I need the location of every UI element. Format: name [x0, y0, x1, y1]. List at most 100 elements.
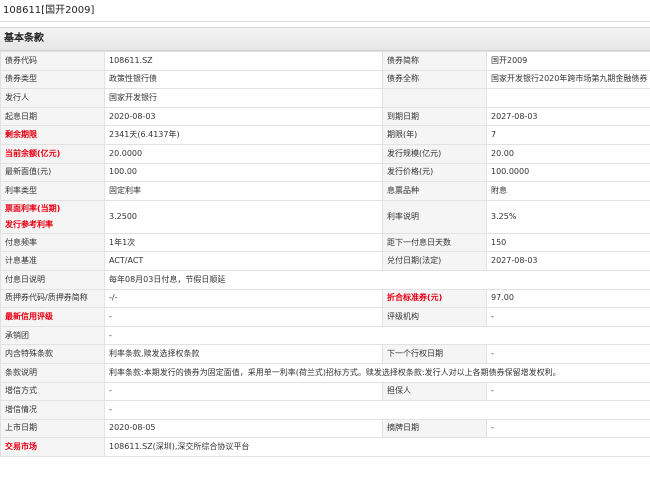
- table-row: 增信方式 - 担保人 -: [0, 381, 650, 402]
- label-days-to-next-payment: 距下一付息日天数: [382, 232, 487, 253]
- value-days-to-next-payment: 150: [486, 232, 650, 253]
- label-face-value: 最新面值(元): [0, 162, 105, 183]
- value-bond-short-name: 国开2009: [486, 51, 650, 71]
- label-terms-description: 条款说明: [0, 362, 105, 383]
- table-row: 利率类型 固定利率 息票品种 附息: [0, 181, 650, 201]
- table-row: 发行人 国家开发银行: [0, 88, 650, 108]
- table-row: 条款说明 利率条款:本期发行的债券为固定面值，采用单一利率(荷兰式)招标方式。赎…: [0, 362, 650, 383]
- label-coupon-rate-current: 票面利率(当期): [5, 203, 61, 213]
- value-bond-full-name: 国家开发银行2020年跨市场第九期金融债券: [486, 69, 650, 90]
- value-rate-type: 固定利率: [104, 181, 383, 201]
- value-credit-rating: -: [104, 307, 383, 327]
- label-remaining-term: 剩余期限: [0, 125, 105, 145]
- label-enhancement-details: 增信情况: [0, 400, 105, 420]
- table-row: 付息频率 1年1次 距下一付息日天数 150: [0, 232, 650, 253]
- label-issuer: 发行人: [0, 88, 105, 108]
- value-term-years: 7: [486, 125, 650, 145]
- value-issue-price: 100.0000: [486, 162, 650, 183]
- value-bond-type: 政策性银行债: [104, 69, 383, 90]
- value-value-date: 2020-08-03: [104, 106, 383, 127]
- label-current-balance: 当前余额(亿元): [0, 143, 105, 164]
- table-row: 起息日期 2020-08-03 到期日期 2027-08-03: [0, 106, 650, 127]
- value-rating-agency: -: [486, 307, 650, 327]
- value-face-value: 100.00: [104, 162, 383, 183]
- value-listing-date: 2020-08-05: [104, 418, 383, 439]
- value-standard-bond: 97.00: [486, 288, 650, 309]
- value-coupon-type: 附息: [486, 181, 650, 201]
- label-credit-enhancement: 增信方式: [0, 381, 105, 402]
- value-enhancement-details: -: [104, 400, 650, 420]
- table-row: 债券代码 108611.SZ 债券简称 国开2009: [0, 51, 650, 71]
- value-issue-size: 20.00: [486, 143, 650, 164]
- window-title: 108611[国开2009]: [0, 0, 650, 22]
- label-standard-bond: 折合标准券(元): [382, 288, 487, 309]
- value-bond-code: 108611.SZ: [104, 51, 383, 71]
- table-row: 票面利率(当期) 发行参考利率 3.2500 利率说明 3.25%: [0, 199, 650, 234]
- value-special-terms: 利率条款,赎发选择权条款: [104, 344, 383, 364]
- label-rate-note: 利率说明: [382, 199, 487, 234]
- label-issue-price: 发行价格(元): [382, 162, 487, 183]
- value-guarantor: -: [486, 381, 650, 402]
- label-next-exercise-date: 下一个行权日期: [382, 344, 487, 364]
- table-row: 承销团 -: [0, 325, 650, 346]
- value-empty: [486, 88, 650, 108]
- value-redemption-date: 2027-08-03: [486, 251, 650, 271]
- value-trading-market: 108611.SZ(深圳),深交所综合协议平台: [104, 437, 650, 457]
- value-coupon-rate: 3.2500: [104, 199, 383, 234]
- table-row: 质押券代码/质押券简称 -/- 折合标准券(元) 97.00: [0, 288, 650, 309]
- table-row: 剩余期限 2341天(6.4137年) 期限(年) 7: [0, 125, 650, 145]
- value-maturity-date: 2027-08-03: [486, 106, 650, 127]
- label-bond-short-name: 债券简称: [382, 51, 487, 71]
- label-trading-market: 交易市场: [0, 437, 105, 457]
- table-row: 最新面值(元) 100.00 发行价格(元) 100.0000: [0, 162, 650, 183]
- label-listing-date: 上市日期: [0, 418, 105, 439]
- label-payment-date-note: 付息日说明: [0, 269, 105, 290]
- table-row: 增信情况 -: [0, 400, 650, 420]
- table-row: 计息基准 ACT/ACT 兑付日期(法定) 2027-08-03: [0, 251, 650, 271]
- label-guarantor: 担保人: [382, 381, 487, 402]
- label-empty: [382, 88, 487, 108]
- value-terms-description: 利率条款:本期发行的债券为固定面值，采用单一利率(荷兰式)招标方式。赎发选择权条…: [104, 362, 650, 383]
- label-credit-rating: 最新信用评级: [0, 307, 105, 327]
- terms-table: 债券代码 108611.SZ 债券简称 国开2009 债券类型 政策性银行债 债…: [0, 51, 650, 457]
- label-day-count: 计息基准: [0, 251, 105, 271]
- table-row: 内含特殊条款 利率条款,赎发选择权条款 下一个行权日期 -: [0, 344, 650, 364]
- table-row: 上市日期 2020-08-05 摘牌日期 -: [0, 418, 650, 439]
- value-remaining-term: 2341天(6.4137年): [104, 125, 383, 145]
- label-issue-size: 发行规模(亿元): [382, 143, 487, 164]
- label-delisting-date: 摘牌日期: [382, 418, 487, 439]
- table-row: 付息日说明 每年08月03日付息，节假日顺延: [0, 269, 650, 290]
- table-row: 最新信用评级 - 评级机构 -: [0, 307, 650, 327]
- table-row: 交易市场 108611.SZ(深圳),深交所综合协议平台: [0, 437, 650, 457]
- label-pledge-code: 质押券代码/质押券简称: [0, 288, 105, 309]
- value-underwriters: -: [104, 325, 650, 346]
- value-day-count: ACT/ACT: [104, 251, 383, 271]
- value-credit-enhancement: -: [104, 381, 383, 402]
- label-value-date: 起息日期: [0, 106, 105, 127]
- label-bond-code: 债券代码: [0, 51, 105, 71]
- label-coupon-rate: 票面利率(当期) 发行参考利率: [0, 199, 105, 234]
- label-redemption-date: 兑付日期(法定): [382, 251, 487, 271]
- value-payment-date-note: 每年08月03日付息，节假日顺延: [104, 269, 650, 290]
- label-payment-frequency: 付息频率: [0, 232, 105, 253]
- value-issuer: 国家开发银行: [104, 88, 383, 108]
- value-delisting-date: -: [486, 418, 650, 439]
- label-reference-rate: 发行参考利率: [5, 219, 53, 229]
- value-next-exercise-date: -: [486, 344, 650, 364]
- label-maturity-date: 到期日期: [382, 106, 487, 127]
- label-rating-agency: 评级机构: [382, 307, 487, 327]
- value-pledge-code: -/-: [104, 288, 383, 309]
- table-row: 当前余额(亿元) 20.0000 发行规模(亿元) 20.00: [0, 143, 650, 164]
- label-term-years: 期限(年): [382, 125, 487, 145]
- label-bond-full-name: 债券全称: [382, 69, 487, 90]
- section-header-basic-terms: 基本条款: [0, 27, 650, 51]
- value-payment-frequency: 1年1次: [104, 232, 383, 253]
- label-rate-type: 利率类型: [0, 181, 105, 201]
- table-row: 债券类型 政策性银行债 债券全称 国家开发银行2020年跨市场第九期金融债券: [0, 69, 650, 90]
- value-rate-note: 3.25%: [486, 199, 650, 234]
- label-coupon-type: 息票品种: [382, 181, 487, 201]
- label-bond-type: 债券类型: [0, 69, 105, 90]
- label-special-terms: 内含特殊条款: [0, 344, 105, 364]
- value-current-balance: 20.0000: [104, 143, 383, 164]
- label-underwriters: 承销团: [0, 325, 105, 346]
